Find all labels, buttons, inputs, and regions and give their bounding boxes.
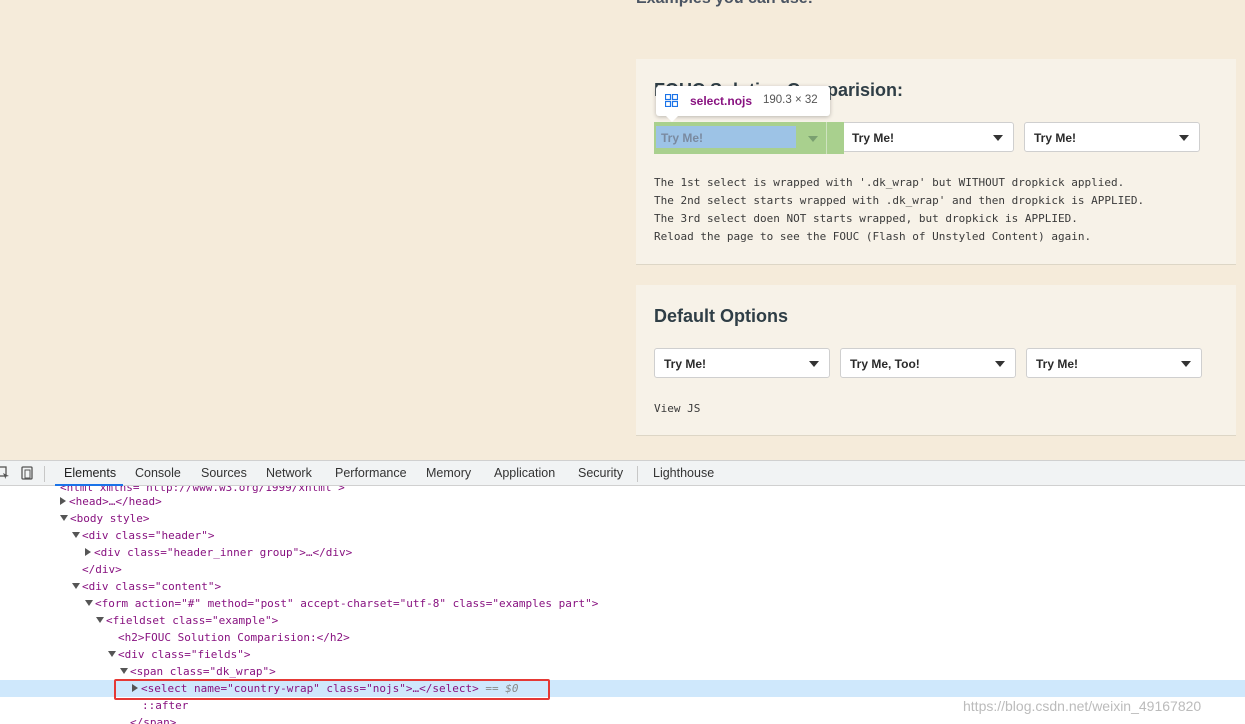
fouc-line-4: Reload the page to see the FOUC (Flash o…: [654, 230, 1092, 243]
dom-line-div-close[interactable]: </div>: [82, 561, 122, 578]
dom-line-form[interactable]: <form action="#" method="post" accept-ch…: [85, 595, 598, 612]
watermark: https://blog.csdn.net/weixin_49167820: [963, 698, 1202, 714]
tab-security[interactable]: Security: [578, 466, 623, 480]
chevron-down-icon: [809, 361, 819, 367]
inspect-tooltip: select.nojs 190.3 × 32: [656, 86, 830, 122]
collapse-arrow-icon[interactable]: [108, 651, 116, 657]
tooltip-element-name: select.nojs: [690, 94, 753, 108]
fieldset-tag-text: <fieldset class="example">: [106, 614, 279, 627]
fouc-select-1-inspect-highlight[interactable]: Try Me!: [654, 122, 844, 154]
chevron-down-icon: [1181, 361, 1191, 367]
collapse-arrow-icon[interactable]: [72, 532, 80, 538]
chevron-down-icon: [993, 135, 1003, 141]
header-inner-tag-text: <div class="header_inner group">…</div>: [94, 546, 353, 559]
tab-application[interactable]: Application: [494, 466, 555, 480]
collapse-arrow-icon[interactable]: [72, 583, 80, 589]
collapse-arrow-icon[interactable]: [120, 668, 128, 674]
head-tag-text: <head>…</head>: [69, 495, 162, 508]
tooltip-element-size: 190.3 × 32: [763, 94, 818, 106]
content-tag-text: <div class="content">: [82, 580, 222, 593]
dom-line-body[interactable]: <body style>: [60, 510, 149, 527]
view-js-link[interactable]: View JS: [654, 400, 700, 418]
fouc-select-2[interactable]: Try Me!: [842, 122, 1014, 152]
inspect-element-icon[interactable]: [0, 466, 10, 480]
dom-line-header-inner[interactable]: <div class="header_inner group">…</div>: [85, 544, 352, 561]
h2-tag-text: <h2>FOUC Solution Comparision:</h2>: [118, 631, 350, 644]
chevron-down-icon: [995, 361, 1005, 367]
fouc-line-1: The 1st select is wrapped with '.dk_wrap…: [654, 176, 1125, 189]
collapse-arrow-icon[interactable]: [85, 600, 93, 606]
expand-arrow-icon[interactable]: [60, 497, 66, 505]
default-select-3[interactable]: Try Me!: [1026, 348, 1202, 378]
fouc-description: The 1st select is wrapped with '.dk_wrap…: [654, 174, 1144, 246]
dom-line-fieldset[interactable]: <fieldset class="example">: [96, 612, 278, 629]
default-select-1[interactable]: Try Me!: [654, 348, 830, 378]
dom-line-content[interactable]: <div class="content">: [72, 578, 221, 595]
grid-layout-icon: [665, 94, 678, 107]
div-close-tag-text: </div>: [82, 563, 122, 576]
default-select-1-label: Try Me!: [664, 357, 707, 371]
red-annotation-box: [114, 679, 550, 700]
fouc-select-2-label: Try Me!: [852, 131, 895, 145]
form-tag-text: <form action="#" method="post" accept-ch…: [95, 597, 599, 610]
tab-elements[interactable]: Elements: [64, 466, 116, 480]
toolbar-divider: [44, 466, 45, 482]
chevron-down-icon: [1179, 135, 1189, 141]
tab-memory[interactable]: Memory: [426, 466, 471, 480]
dom-line-header[interactable]: <div class="header">: [72, 527, 214, 544]
tab-network[interactable]: Network: [266, 466, 312, 480]
tab-console[interactable]: Console: [135, 466, 181, 480]
header-tag-text: <div class="header">: [82, 529, 215, 542]
default-select-3-label: Try Me!: [1036, 357, 1079, 371]
dom-line-span[interactable]: <span class="dk_wrap">: [120, 663, 276, 680]
fouc-select-1-label: Try Me!: [661, 131, 704, 145]
default-select-2-label: Try Me, Too!: [850, 357, 920, 371]
fouc-select-3-label: Try Me!: [1034, 131, 1077, 145]
default-options-card: Default Options Try Me! Try Me, Too! Try…: [636, 285, 1236, 436]
dom-line-head[interactable]: <head>…</head>: [60, 493, 162, 510]
examples-heading: Examples you can use:: [636, 0, 813, 8]
fouc-select-3[interactable]: Try Me!: [1024, 122, 1200, 152]
fouc-line-3: The 3rd select doen NOT starts wrapped, …: [654, 212, 1078, 225]
span-tag-text: <span class="dk_wrap">: [130, 665, 276, 678]
fouc-line-2: The 2nd select starts wrapped with .dk_w…: [654, 194, 1145, 207]
default-select-2[interactable]: Try Me, Too!: [840, 348, 1016, 378]
tab-lighthouse[interactable]: Lighthouse: [653, 466, 714, 480]
device-toolbar-icon[interactable]: [20, 466, 34, 480]
collapse-arrow-icon[interactable]: [60, 515, 68, 521]
dom-line-h2[interactable]: <h2>FOUC Solution Comparision:</h2>: [118, 629, 350, 646]
after-pseudo-text: ::after: [142, 699, 189, 712]
highlight-edge: [826, 122, 827, 154]
dom-line-fields[interactable]: <div class="fields">: [108, 646, 250, 663]
chevron-down-icon: [808, 136, 818, 142]
span-close-tag-text: </span>: [130, 716, 177, 724]
devtools-tabbar: Elements Console Sources Network Perform…: [0, 460, 1245, 486]
body-tag-text: <body style>: [70, 512, 150, 525]
tab-divider: [637, 466, 638, 482]
fields-tag-text: <div class="fields">: [118, 648, 251, 661]
collapse-arrow-icon[interactable]: [96, 617, 104, 623]
default-options-title: Default Options: [654, 306, 788, 326]
tab-sources[interactable]: Sources: [201, 466, 247, 480]
expand-arrow-icon[interactable]: [85, 548, 91, 556]
tab-performance[interactable]: Performance: [335, 466, 407, 480]
dom-line-span-close[interactable]: </span>: [130, 714, 176, 724]
page-viewport: Examples you can use: FOUC Solution Comp…: [0, 0, 1245, 460]
